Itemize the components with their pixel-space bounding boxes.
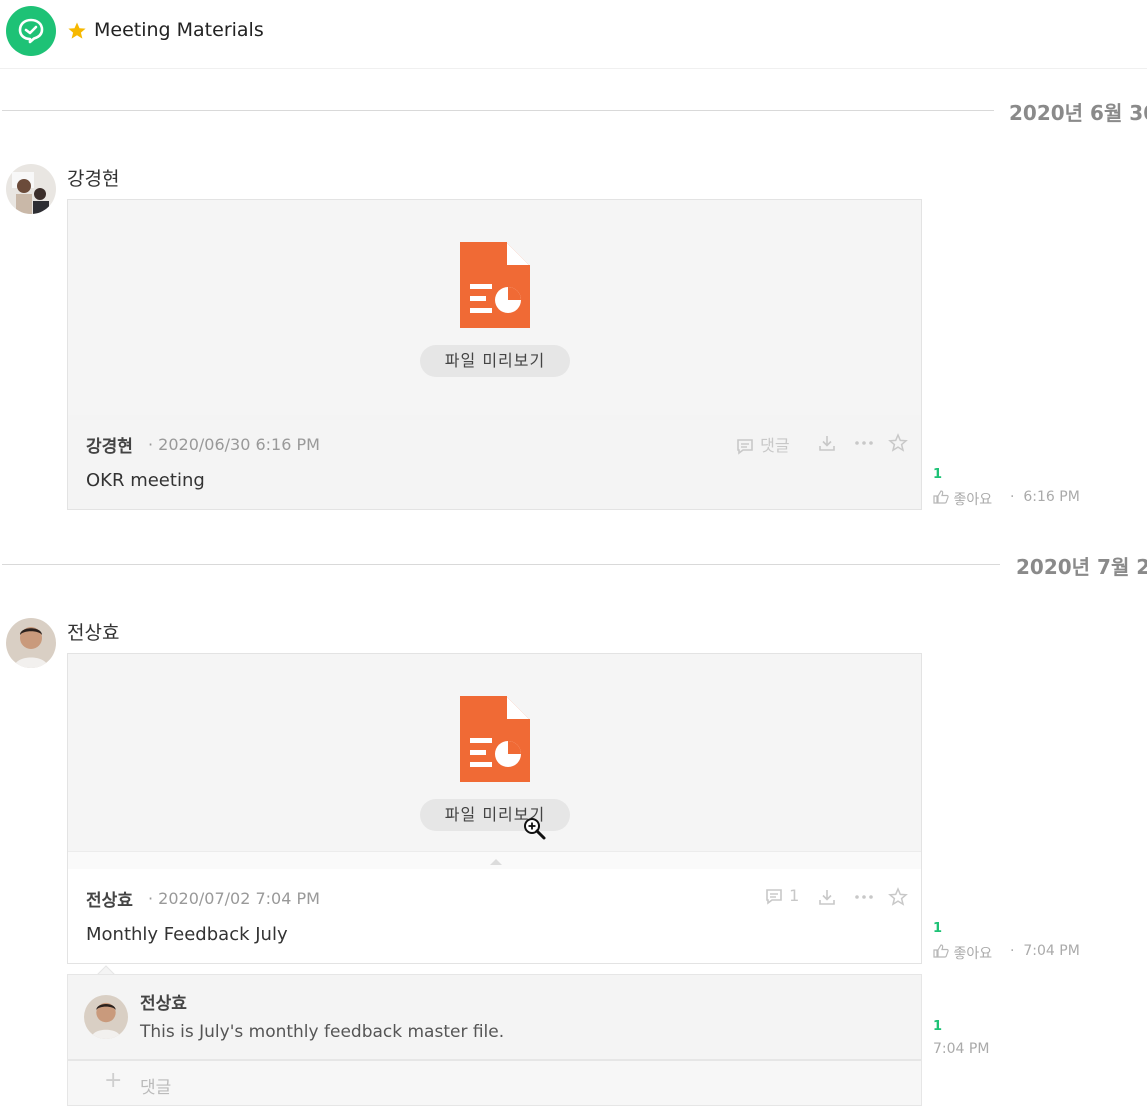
post-title: Monthly Feedback July	[86, 924, 288, 945]
more-dots-icon	[855, 440, 873, 445]
date-divider-line	[2, 564, 1000, 565]
channel-title: Meeting Materials	[94, 19, 264, 41]
date-divider-label: 2020년 7월 2일	[1016, 555, 1147, 579]
post-time-text: 6:16 PM	[1023, 489, 1080, 505]
comment-count: 1	[789, 886, 800, 905]
download-button[interactable]	[817, 886, 837, 907]
post-title: OKR meeting	[86, 470, 205, 491]
more-button[interactable]	[853, 432, 875, 453]
comment-icon	[766, 888, 782, 905]
presentation-file-icon	[460, 696, 530, 782]
file-preview-button[interactable]: 파일 미리보기	[420, 799, 570, 831]
comment-time: 7:04 PM	[933, 1041, 990, 1057]
thumbs-up-icon	[933, 490, 949, 504]
like-button[interactable]: 좋아요	[933, 489, 992, 509]
plus-icon: +	[104, 1068, 123, 1093]
like-button[interactable]: 좋아요	[933, 943, 992, 963]
caret-up-icon	[490, 859, 502, 865]
post-author-name[interactable]: 강경현	[67, 164, 119, 191]
comment-item: 전상효 This is July's monthly feedback mast…	[67, 974, 922, 1060]
post-author-name[interactable]: 전상효	[67, 618, 119, 645]
download-icon	[819, 889, 835, 905]
date-divider-line	[2, 110, 994, 111]
file-post-card: 파일 미리보기 강경현 · 2020/06/30 6:16 PM OKR mee…	[67, 199, 922, 510]
comment-text: This is July's monthly feedback master f…	[140, 1022, 505, 1042]
comment-avatar[interactable]	[84, 995, 128, 1039]
like-count: 1	[933, 921, 943, 936]
collapse-bar[interactable]	[68, 851, 921, 870]
comment-input-placeholder[interactable]: 댓글	[140, 1073, 171, 1098]
file-preview-area[interactable]: 파일 미리보기	[68, 654, 921, 870]
post-meta: 전상효 · 2020/07/02 7:04 PM Monthly Feedbac…	[68, 869, 921, 963]
post-time: · 6:16 PM	[1010, 489, 1080, 505]
thumbs-up-icon	[933, 944, 949, 958]
avatar[interactable]	[6, 618, 56, 668]
chat-app-icon[interactable]	[6, 6, 56, 56]
meta-date: · 2020/07/02 7:04 PM	[148, 889, 320, 908]
comment-icon	[737, 438, 753, 455]
avatar[interactable]	[6, 164, 56, 214]
comment-label: 댓글	[760, 436, 790, 455]
file-preview-button[interactable]: 파일 미리보기	[420, 345, 570, 377]
star-outline-icon	[888, 432, 908, 452]
presentation-file-icon	[460, 242, 530, 328]
channel-header: Meeting Materials	[0, 0, 1147, 69]
meta-date: · 2020/06/30 6:16 PM	[148, 435, 320, 454]
zoom-cursor-icon	[524, 818, 546, 840]
comment-button[interactable]: 댓글	[735, 432, 790, 457]
post-meta: 강경현 · 2020/06/30 6:16 PM OKR meeting 댓글	[68, 415, 921, 509]
download-button[interactable]	[817, 432, 837, 453]
more-button[interactable]	[853, 886, 875, 907]
like-label: 좋아요	[953, 946, 993, 962]
download-icon	[819, 435, 835, 451]
comment-like-count: 1	[933, 1019, 943, 1034]
favorite-star-icon[interactable]	[67, 21, 87, 41]
comment-button[interactable]: 1	[764, 886, 799, 907]
file-preview-area[interactable]: 파일 미리보기	[68, 200, 921, 415]
like-label: 좋아요	[953, 492, 993, 508]
comment-author[interactable]: 전상효	[140, 989, 187, 1014]
date-divider-label: 2020년 6월 30	[1009, 101, 1147, 125]
meta-author[interactable]: 전상효	[86, 886, 133, 911]
meta-author[interactable]: 강경현	[86, 432, 133, 457]
more-dots-icon	[855, 894, 873, 899]
like-count: 1	[933, 467, 943, 482]
star-outline-icon	[888, 886, 908, 906]
post-time: · 7:04 PM	[1010, 943, 1080, 959]
comment-input-bar[interactable]: + 댓글	[67, 1060, 922, 1106]
post-time-text: 7:04 PM	[1023, 943, 1080, 959]
bookmark-star-button[interactable]	[888, 432, 908, 453]
bookmark-star-button[interactable]	[888, 886, 908, 907]
file-post-card: 파일 미리보기 전상효 · 2020/07/02 7:04 PM Monthly…	[67, 653, 922, 964]
